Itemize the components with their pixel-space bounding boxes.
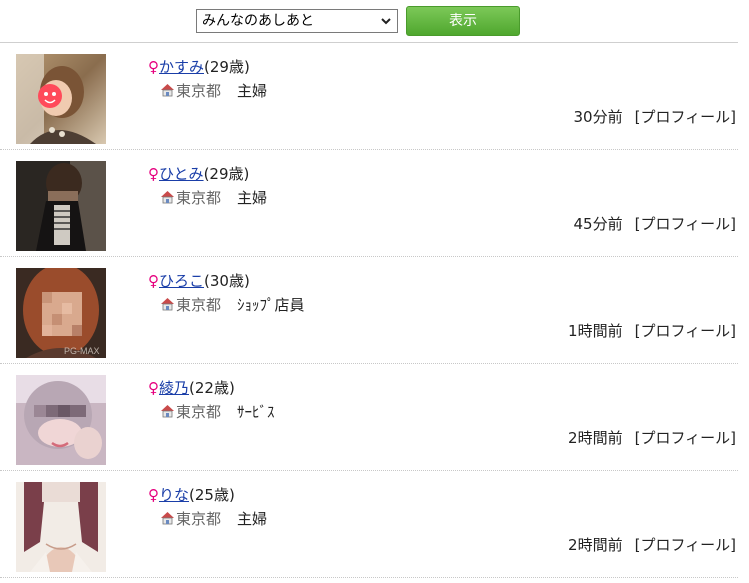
visit-info: 2時間前 [プロフィール] <box>568 428 736 448</box>
footprint-filter-selected: みんなのあしあと <box>202 13 314 29</box>
user-age: (30歳) <box>204 272 250 290</box>
prefecture: 東京都 <box>176 510 222 528</box>
show-button[interactable]: 表示 <box>406 6 520 36</box>
profile-link[interactable]: [プロフィール] <box>635 429 736 447</box>
location-line: 東京都 ｼｮｯﾌﾟ店員 <box>160 295 305 315</box>
list-item: ♀りな(25歳) 東京都 主婦 2時間前 [プロフィール] <box>0 471 738 578</box>
user-name-link[interactable]: ひろこ <box>159 272 204 290</box>
profile-link[interactable]: [プロフィール] <box>635 108 736 126</box>
list-item: ♀かすみ(29歳) 東京都 主婦 30分前 [プロフィール] <box>0 43 738 150</box>
name-line: ♀りな(25歳) <box>148 485 235 505</box>
location-line: 東京都 主婦 <box>160 188 267 208</box>
female-symbol-icon: ♀ <box>148 165 159 183</box>
profile-photo[interactable] <box>16 161 106 251</box>
location-line: 東京都 主婦 <box>160 509 267 529</box>
list-item: PG-MAX ♀ひろこ(30歳) 東京都 ｼｮｯﾌﾟ店員 1時間前 [プロフィール] <box>0 257 738 364</box>
visit-time: 2時間前 <box>568 536 623 554</box>
list-item: ♀ひとみ(29歳) 東京都 主婦 45分前 [プロフィール] <box>0 150 738 257</box>
female-symbol-icon: ♀ <box>148 58 159 76</box>
house-icon <box>161 405 174 418</box>
profile-photo[interactable] <box>16 375 106 465</box>
user-name-link[interactable]: 綾乃 <box>159 379 189 397</box>
location-line: 東京都 主婦 <box>160 81 267 101</box>
visit-time: 45分前 <box>573 215 623 233</box>
user-name-link[interactable]: りな <box>159 486 189 504</box>
prefecture: 東京都 <box>176 82 222 100</box>
visit-time: 2時間前 <box>568 429 623 447</box>
house-icon <box>161 298 174 311</box>
visit-info: 2時間前 [プロフィール] <box>568 535 736 555</box>
user-age: (29歳) <box>203 165 250 183</box>
name-line: ♀ひとみ(29歳) <box>148 164 249 184</box>
name-line: ♀ひろこ(30歳) <box>148 271 250 291</box>
user-age: (25歳) <box>189 486 235 504</box>
profile-link[interactable]: [プロフィール] <box>635 215 736 233</box>
visit-info: 45分前 [プロフィール] <box>574 214 737 234</box>
occupation: 主婦 <box>237 189 268 207</box>
name-line: ♀かすみ(29歳) <box>148 57 250 77</box>
filter-bar: みんなのあしあと 表示 <box>0 0 749 42</box>
user-name-link[interactable]: かすみ <box>159 58 204 76</box>
visit-time: 30分前 <box>573 108 623 126</box>
profile-photo[interactable] <box>16 54 106 144</box>
house-icon <box>161 191 174 204</box>
footprint-list: ♀かすみ(29歳) 東京都 主婦 30分前 [プロフィール] ♀ひとみ(29歳)… <box>0 43 738 578</box>
profile-link[interactable]: [プロフィール] <box>635 536 736 554</box>
occupation: 主婦 <box>237 82 268 100</box>
house-icon <box>161 512 174 525</box>
location-line: 東京都 ｻｰﾋﾞｽ <box>160 402 275 422</box>
occupation: 主婦 <box>237 510 268 528</box>
female-symbol-icon: ♀ <box>148 379 159 397</box>
female-symbol-icon: ♀ <box>148 486 159 504</box>
visit-time: 1時間前 <box>568 322 623 340</box>
chevron-down-icon <box>381 18 391 25</box>
visit-info: 1時間前 [プロフィール] <box>568 321 736 341</box>
prefecture: 東京都 <box>176 189 222 207</box>
footprint-filter-select[interactable]: みんなのあしあと <box>196 9 398 33</box>
profile-link[interactable]: [プロフィール] <box>635 322 736 340</box>
house-icon <box>161 84 174 97</box>
female-symbol-icon: ♀ <box>148 272 159 290</box>
list-item: ♀綾乃(22歳) 東京都 ｻｰﾋﾞｽ 2時間前 [プロフィール] <box>0 364 738 471</box>
visit-info: 30分前 [プロフィール] <box>574 107 737 127</box>
user-name-link[interactable]: ひとみ <box>159 165 204 183</box>
prefecture: 東京都 <box>176 403 222 421</box>
user-age: (22歳) <box>189 379 235 397</box>
prefecture: 東京都 <box>176 296 222 314</box>
occupation: ｻｰﾋﾞｽ <box>237 403 275 421</box>
name-line: ♀綾乃(22歳) <box>148 378 235 398</box>
user-age: (29歳) <box>204 58 250 76</box>
profile-photo[interactable] <box>16 482 106 572</box>
profile-photo[interactable]: PG-MAX <box>16 268 106 358</box>
occupation: ｼｮｯﾌﾟ店員 <box>237 296 305 314</box>
svg-text:PG-MAX: PG-MAX <box>64 346 100 356</box>
